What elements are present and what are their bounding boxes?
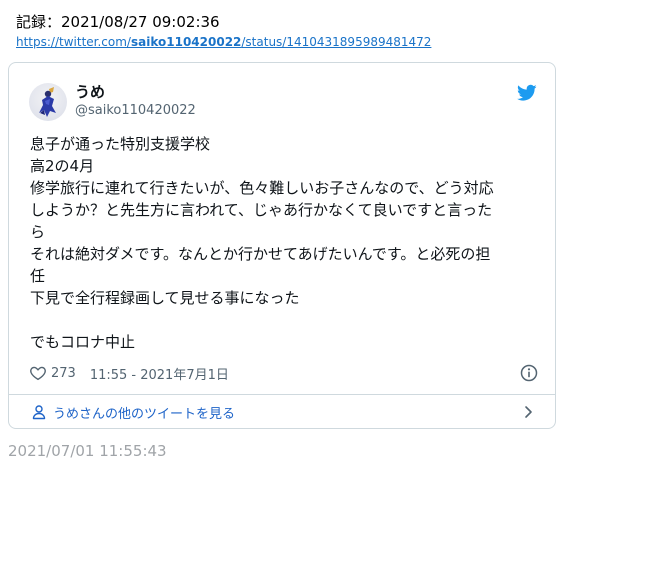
info-icon[interactable] bbox=[519, 363, 539, 383]
tweet-line: ら bbox=[30, 223, 46, 241]
avatar[interactable] bbox=[29, 83, 67, 121]
tweet-line: それは絶対ダメです。なんとか行かせてあげたいんです。と必死の担 bbox=[30, 245, 491, 263]
embedded-tweet-card: うめ @saiko110420022 息子が通った特別支援学校 高2の4月 修学… bbox=[8, 62, 556, 429]
tweet-source-link[interactable]: https://twitter.com/saiko110420022/statu… bbox=[16, 35, 431, 49]
heart-icon[interactable] bbox=[29, 364, 47, 382]
link-user: saiko110420022 bbox=[130, 35, 242, 49]
tweet-line: 息子が通った特別支援学校 bbox=[30, 135, 211, 153]
like-count[interactable]: 273 bbox=[51, 366, 76, 381]
link-prefix: https://twitter.com/ bbox=[16, 35, 131, 49]
tweet-line bbox=[30, 309, 530, 331]
tweet-line: でもコロナ中止 bbox=[30, 333, 136, 351]
tweet-time[interactable]: 11:55 - 2021年7月1日 bbox=[90, 364, 229, 383]
tweet-line: 下見で全行程録画して見せる事になった bbox=[30, 289, 300, 307]
tweet-meta: 273 11:55 - 2021年7月1日 bbox=[29, 363, 229, 383]
tweet-text: 息子が通った特別支援学校 高2の4月 修学旅行に連れて行きたいが、色々難しいお子… bbox=[30, 133, 530, 353]
tweet-line: しようか？と先生方に言われて、じゃあ行かなくて良いですと言った bbox=[30, 201, 493, 219]
tweet-line: 修学旅行に連れて行きたいが、色々難しいお子さんなので、どう対応 bbox=[30, 179, 494, 197]
person-icon bbox=[32, 405, 46, 420]
tweet-line: 高2の4月 bbox=[30, 157, 95, 175]
more-tweets-label: うめさんの他のツイートを見る bbox=[53, 406, 236, 422]
tweet-line: 任 bbox=[30, 267, 46, 285]
record-timestamp: 記録：2021/08/27 09:02:36 bbox=[16, 13, 220, 31]
link-suffix: /status/1410431895989481472 bbox=[241, 35, 432, 49]
archive-timestamp: 2021/07/01 11:55:43 bbox=[8, 442, 167, 460]
user-display-name[interactable]: うめ bbox=[75, 82, 105, 102]
avatar-figure-icon bbox=[39, 87, 56, 117]
chevron-right-icon bbox=[525, 406, 532, 418]
more-tweets-link[interactable]: うめさんの他のツイートを見る bbox=[9, 395, 555, 429]
user-handle[interactable]: @saiko110420022 bbox=[75, 102, 196, 119]
twitter-bird-icon[interactable] bbox=[517, 84, 537, 102]
